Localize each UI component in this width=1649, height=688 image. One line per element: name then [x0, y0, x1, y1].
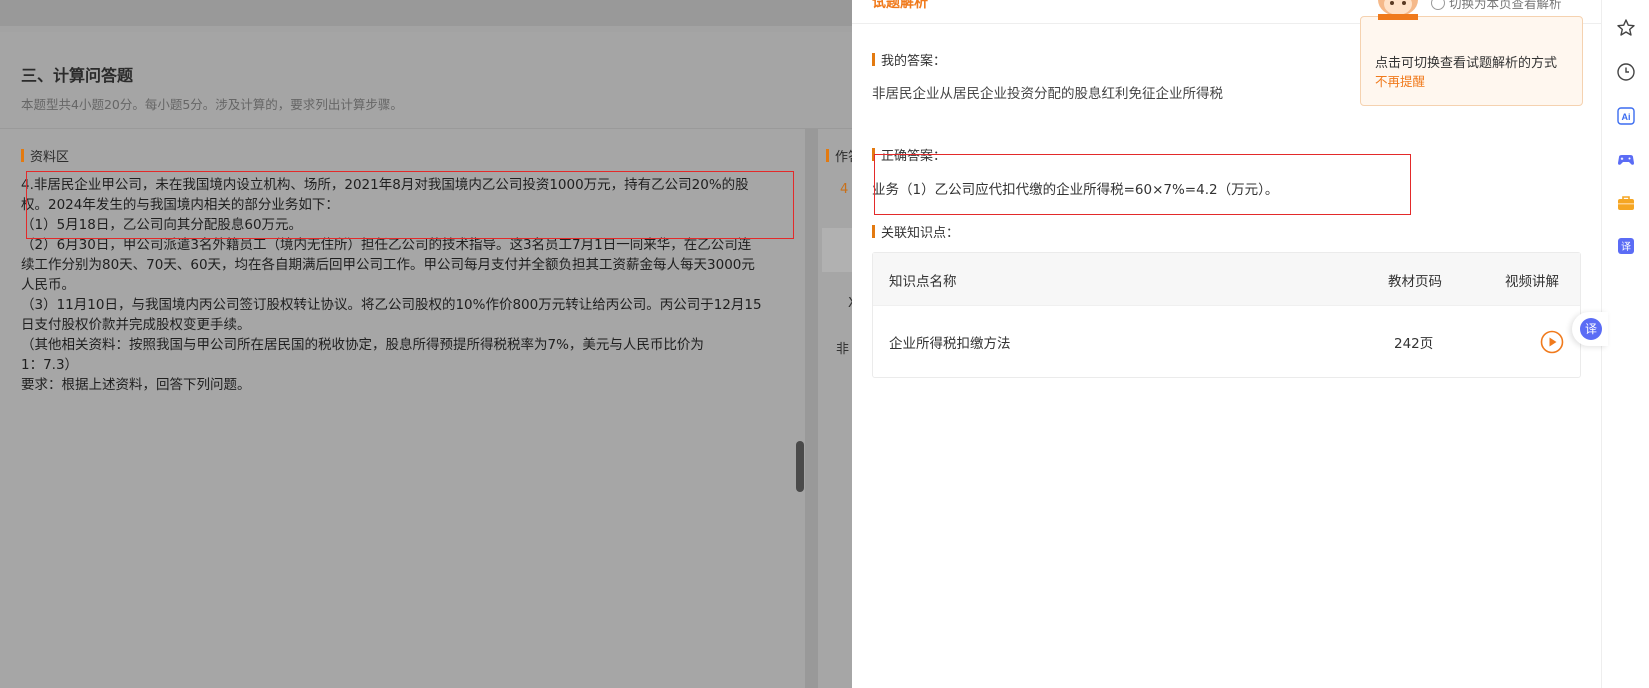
dont-remind-link[interactable]: 不再提醒	[1375, 71, 1425, 90]
answer-pane	[818, 129, 852, 688]
translate-icon-text: 译	[1621, 241, 1631, 253]
label-accent-bar	[826, 149, 829, 162]
translate-icon[interactable]: 译	[1616, 236, 1636, 256]
column-header-video: 视频讲解	[1505, 274, 1559, 290]
gamepad-icon[interactable]	[1616, 150, 1636, 170]
star-icon[interactable]	[1616, 18, 1636, 38]
material-label-text: 资料区	[30, 150, 70, 165]
ai-icon[interactable]: Ai	[1616, 106, 1636, 126]
translate-badge-icon: 译	[1580, 318, 1602, 340]
knowledge-point-table: 知识点名称 教材页码 视频讲解 企业所得税扣缴方法 242页	[872, 252, 1581, 378]
material-line: 续工作分别为80天、70天、60天，均在各自期满后回甲公司工作。甲公司每月支付并…	[21, 257, 755, 273]
material-line: （3）11月10日，与我国境内丙公司签订股权转让协议。将乙公司股权的10%作价8…	[21, 297, 762, 313]
material-line: 人民币。	[21, 277, 75, 293]
answer-snippet: 非	[836, 342, 850, 357]
material-line: （其他相关资料：按照我国与甲公司所在居民国的税收协定，股息所得预提所得税税率为7…	[21, 337, 704, 353]
textbook-page: 242页	[1394, 336, 1434, 352]
switch-radio-icon	[1431, 0, 1445, 10]
material-line: 要求：根据上述资料，回答下列问题。	[21, 377, 251, 393]
scrollbar-thumb[interactable]	[796, 441, 804, 492]
highlight-box-material	[26, 171, 794, 239]
knowledge-point-name[interactable]: 企业所得税扣缴方法	[889, 332, 1011, 352]
table-row: 企业所得税扣缴方法 242页	[873, 305, 1580, 377]
pane-gutter	[805, 129, 818, 688]
drawer-title: 试题解析	[872, 0, 928, 11]
label-accent-bar	[872, 225, 875, 238]
table-header: 知识点名称 教材页码 视频讲解	[873, 253, 1580, 305]
right-toolbar: Ai 译	[1601, 0, 1649, 688]
my-answer-label-text: 我的答案：	[881, 54, 947, 69]
related-knowledge-label: 关联知识点：	[872, 222, 959, 241]
history-icon[interactable]	[1616, 62, 1636, 82]
switch-tip-popover: 点击可切换查看试题解析的方式 不再提醒	[1360, 16, 1583, 106]
play-circle-icon[interactable]	[1540, 330, 1564, 354]
section-description: 本题型共4小题20分。每小题5分。涉及计算的，要求列出计算步骤。	[21, 97, 403, 112]
label-accent-bar	[872, 53, 875, 66]
material-scrollbar[interactable]	[796, 129, 804, 688]
my-answer-text: 非居民企业从居民企业投资分配的股息红利免征企业所得税	[872, 86, 1223, 102]
column-header-name: 知识点名称	[889, 274, 957, 290]
related-knowledge-label-text: 关联知识点：	[881, 226, 960, 241]
ai-icon-text: Ai	[1622, 112, 1631, 122]
question-number: 4	[840, 182, 849, 197]
label-accent-bar	[21, 149, 24, 162]
material-line: 1：7.3）	[21, 357, 79, 373]
material-label: 资料区	[21, 146, 69, 165]
section-title: 三、计算问答题	[21, 66, 134, 85]
mascot-icon	[1378, 0, 1418, 20]
analysis-drawer: 试题解析 切换为本页查看解析 我的答案： 非居民企业从居民企业投资分配的股息红利…	[852, 0, 1601, 688]
material-line: 日支付股权价款并完成股权变更手续。	[21, 317, 251, 333]
highlight-box-answer	[874, 154, 1411, 215]
tip-text: 点击可切换查看试题解析的方式	[1375, 56, 1558, 71]
my-answer-label: 我的答案：	[872, 50, 946, 69]
column-header-page: 教材页码	[1388, 274, 1442, 290]
switch-view-label: 切换为本页查看解析	[1449, 0, 1562, 11]
switch-view-link[interactable]: 切换为本页查看解析	[1431, 0, 1562, 12]
toolbox-icon[interactable]	[1616, 193, 1636, 213]
top-strip	[0, 0, 852, 26]
floating-translate-button[interactable]: 译	[1572, 312, 1608, 346]
